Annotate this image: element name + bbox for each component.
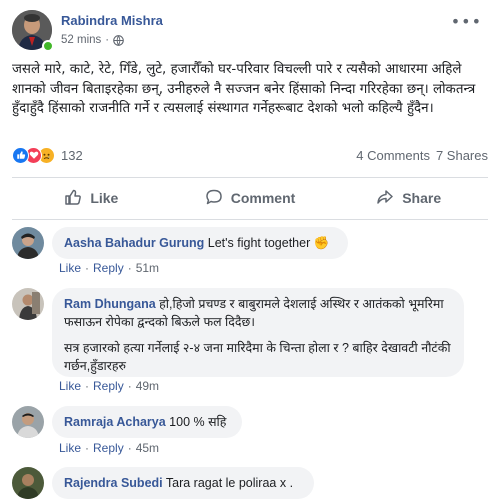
commenter-name[interactable]: Ram Dhungana <box>64 297 156 311</box>
commenter-avatar[interactable] <box>12 467 44 499</box>
post-header: Rabindra Mishra 52 mins · ••• <box>12 10 484 52</box>
comment-button[interactable]: Comment <box>171 180 330 216</box>
reactions-summary: 132 4 Comments 7 Shares <box>12 144 488 166</box>
reaction-count[interactable]: 132 <box>61 148 83 163</box>
like-label: Like <box>90 190 119 206</box>
comment-label: Comment <box>230 190 296 206</box>
share-button[interactable]: Share <box>329 180 488 216</box>
comment-like-link[interactable]: Like <box>59 379 81 393</box>
post-author-name[interactable]: Rabindra Mishra <box>61 13 163 28</box>
share-arrow-icon <box>376 188 394 209</box>
comment-bubble-icon <box>205 188 223 209</box>
comment-bubble: Aasha Bahadur Gurung Let's fight togethe… <box>52 227 348 259</box>
online-status-dot <box>42 40 54 52</box>
divider <box>12 219 488 220</box>
thumbs-up-icon <box>64 188 82 209</box>
post-time[interactable]: 52 mins <box>61 34 101 46</box>
comments-count[interactable]: 4 Comments <box>356 148 430 163</box>
comment-reply-link[interactable]: Reply <box>93 379 124 393</box>
meta-separator: · <box>105 34 110 46</box>
post-actions: Like Comment Share <box>12 180 488 216</box>
share-label: Share <box>402 190 442 206</box>
commenter-avatar[interactable] <box>12 288 44 320</box>
commenter-name[interactable]: Aasha Bahadur Gurung <box>64 236 204 250</box>
ellipsis-icon[interactable]: ••• <box>451 12 482 31</box>
engagement-counts: 4 Comments 7 Shares <box>356 148 488 163</box>
commenter-avatar[interactable] <box>12 406 44 438</box>
commenter-avatar[interactable] <box>12 227 44 259</box>
reaction-icons[interactable]: 132 <box>12 146 83 164</box>
divider <box>12 177 488 178</box>
post-meta: 52 mins · <box>61 34 124 46</box>
like-button[interactable]: Like <box>12 180 171 216</box>
post-body: जसले मारे, काटे, रेटे, गिँडे, लुटे, हजार… <box>12 62 476 116</box>
comment-item: Aasha Bahadur Gurung Let's fight togethe… <box>12 227 488 277</box>
comment-actions: Like · Reply · 49m <box>59 379 160 393</box>
comment-reply-link[interactable]: Reply <box>93 441 124 455</box>
comment-time[interactable]: 51m <box>136 261 159 275</box>
raised-fist-icon: ✊ <box>313 236 330 250</box>
comment-actions: Like · Reply · 45m <box>59 441 160 455</box>
comment-like-link[interactable]: Like <box>59 261 81 275</box>
like-reaction-icon <box>12 146 29 164</box>
comment-text: Tara ragat le poliraa x . <box>165 476 294 490</box>
comment-like-link[interactable]: Like <box>59 441 81 455</box>
shares-count[interactable]: 7 Shares <box>436 148 488 163</box>
comment-actions: Like · Reply · 51m <box>59 261 160 275</box>
commenter-name[interactable]: Rajendra Subedi <box>64 476 163 490</box>
comment-item: Rajendra Subedi Tara ragat le poliraa x … <box>12 467 488 503</box>
comment-item: Ram Dhungana हो,हिजो प्रचण्ड र बाबुरामले… <box>12 288 488 398</box>
comment-item: Ramraja Acharya 100 % सहि Like · Reply · 45m <box>12 406 488 456</box>
globe-icon <box>113 34 124 46</box>
commenter-name[interactable]: Ramraja Acharya <box>64 415 166 429</box>
comment-bubble: Rajendra Subedi Tara ragat le poliraa x … <box>52 467 314 499</box>
comment-text: Let's fight together <box>207 236 311 250</box>
comment-time[interactable]: 45m <box>136 441 159 455</box>
comment-reply-link[interactable]: Reply <box>93 261 124 275</box>
comment-text: 100 % सहि <box>169 415 227 429</box>
comment-time[interactable]: 49m <box>136 379 159 393</box>
comment-bubble: Ramraja Acharya 100 % सहि <box>52 406 242 438</box>
comment-bubble: Ram Dhungana हो,हिजो प्रचण्ड र बाबुरामले… <box>52 288 464 377</box>
comment-text-paragraph-2: सत्र हजारको हत्या गर्नेलाई २-४ जना मारिद… <box>64 341 451 373</box>
